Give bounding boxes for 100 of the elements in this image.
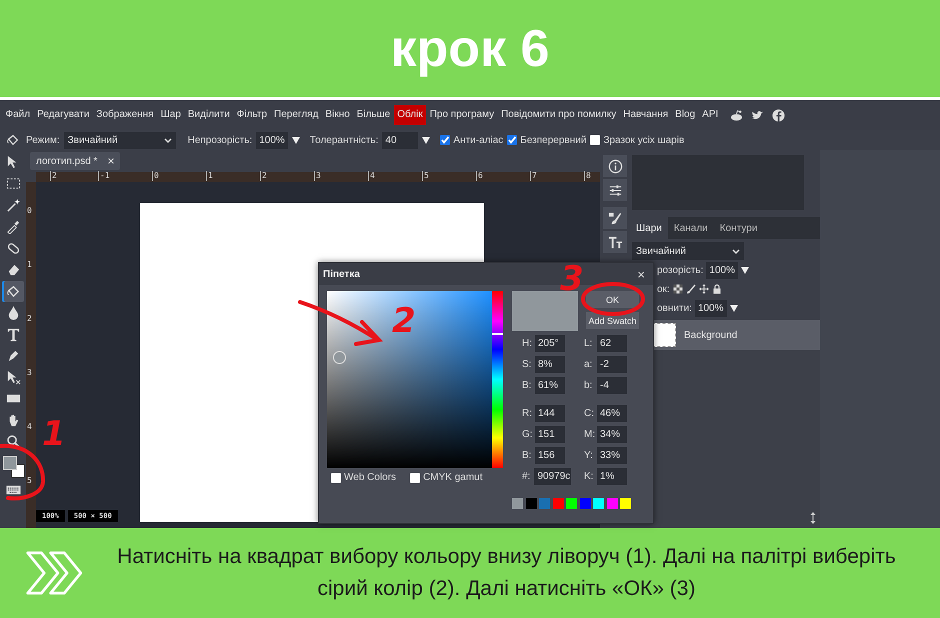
value-field[interactable]: 61% <box>535 377 565 394</box>
tolerance-label: Толерантність: <box>310 134 378 146</box>
marquee-icon <box>6 176 20 192</box>
checkbox[interactable] <box>440 135 450 145</box>
picker-handle[interactable] <box>333 351 346 364</box>
mode-dropdown[interactable]: Звичайний <box>64 132 176 148</box>
hue-slider[interactable] <box>492 291 503 468</box>
round-logo-icon[interactable] <box>772 108 785 122</box>
menu-item[interactable]: Повідомити про помилку <box>498 105 620 125</box>
panel-tab[interactable]: Шари <box>630 217 668 239</box>
checkbox[interactable] <box>507 135 518 145</box>
menu-item[interactable]: Шар <box>157 105 184 125</box>
color-swatches[interactable] <box>2 456 24 478</box>
color-swatch[interactable] <box>593 498 604 509</box>
dropdown-triangle-icon[interactable] <box>422 136 430 144</box>
sliders-icon[interactable] <box>603 179 627 201</box>
fill-label: овнити: <box>657 302 692 314</box>
checkbox[interactable] <box>590 135 600 145</box>
menu-item[interactable]: Вікно <box>322 105 354 125</box>
type-icon <box>6 326 20 342</box>
menu-item[interactable]: Облік <box>394 105 426 125</box>
select-icon <box>6 370 20 385</box>
ok-button[interactable]: OK <box>586 291 639 308</box>
brush-icon[interactable] <box>603 207 627 229</box>
color-swatch[interactable] <box>512 498 523 509</box>
color-swatch[interactable] <box>566 498 577 509</box>
keyboard-icon[interactable] <box>6 485 20 495</box>
brush-icon[interactable] <box>686 284 696 294</box>
color-swatch[interactable] <box>552 498 564 509</box>
character-icon[interactable] <box>603 231 627 253</box>
instruction-text: Натисніть на квадрат вибору кольору внизу ліворуч (1). Далі на палітрі виберіть сірий колір (2). Далі натисніть «ОК» (3) <box>116 544 897 602</box>
bucket-tool-icon <box>6 133 20 147</box>
value-field[interactable]: -4 <box>597 377 627 394</box>
ruler-number: 8 <box>584 171 591 181</box>
close-button[interactable]: × <box>637 266 645 282</box>
value-field[interactable]: 8% <box>535 356 565 373</box>
checkbox-label: CMYK gamut <box>423 472 483 483</box>
menu-item[interactable]: Більше <box>353 105 394 125</box>
menu-item[interactable]: Файл <box>2 105 34 125</box>
field-label: C: <box>584 408 595 419</box>
fill-field[interactable]: 100% <box>694 300 727 316</box>
panel-tab[interactable]: Контури <box>714 217 764 239</box>
color-swatch[interactable] <box>539 498 550 509</box>
layer-opacity-field[interactable]: 100% <box>706 262 738 278</box>
color-swatch[interactable] <box>526 498 536 509</box>
bucket-tool-button[interactable] <box>2 281 24 302</box>
opacity-label: Непрозорість: <box>188 134 252 146</box>
value-field[interactable]: 205° <box>535 335 565 352</box>
checkerboard-icon[interactable] <box>672 284 683 294</box>
value-field[interactable]: 151 <box>535 426 565 443</box>
value-field[interactable]: 144 <box>535 405 565 422</box>
move-arrows-icon[interactable] <box>698 284 709 294</box>
color-field[interactable] <box>327 291 492 468</box>
value-field[interactable]: 46% <box>597 405 627 422</box>
ruler-number: 0 <box>152 171 159 181</box>
value-field[interactable]: 62 <box>597 335 627 352</box>
menu-item[interactable]: Зображення <box>92 105 158 125</box>
ruler-number: 0 <box>27 206 32 215</box>
chevron-icon <box>732 248 740 254</box>
resize-icon[interactable] <box>810 512 816 524</box>
lock-icon[interactable] <box>712 284 722 294</box>
color-swatch[interactable] <box>580 498 590 509</box>
menu-item[interactable]: Про програму <box>426 105 498 125</box>
close-tab-button[interactable]: × <box>107 154 114 168</box>
panel-tab[interactable]: Канали <box>668 217 714 239</box>
value-field[interactable]: -2 <box>597 356 627 373</box>
annotation-curve <box>0 444 45 500</box>
menu-item[interactable]: Фільтр <box>233 105 271 125</box>
ruler-number: 1 <box>27 260 32 269</box>
value-field[interactable]: 1% <box>597 468 627 485</box>
dropdown-triangle-icon[interactable] <box>730 304 738 312</box>
hue-marker[interactable] <box>492 333 503 336</box>
dialog-title: Піпетка <box>323 268 360 280</box>
color-swatch[interactable] <box>606 498 618 509</box>
alien-icon[interactable] <box>730 108 743 122</box>
value-field[interactable]: 33% <box>597 447 627 464</box>
checkbox[interactable] <box>331 472 341 482</box>
tolerance-field[interactable]: 40 <box>382 132 418 148</box>
info-icon[interactable] <box>603 155 627 177</box>
value-field[interactable]: 90979c <box>534 468 571 485</box>
menu-item[interactable]: Виділити <box>184 105 234 125</box>
dropdown-triangle-icon[interactable] <box>292 136 300 144</box>
menu-item[interactable]: API <box>698 105 722 125</box>
ruler-number: 5 <box>27 476 32 485</box>
checkbox[interactable] <box>410 472 420 482</box>
menu-item[interactable]: Редагувати <box>34 105 93 125</box>
blend-mode-dropdown[interactable]: Звичайний <box>632 242 744 260</box>
eyedropper-icon <box>6 219 20 234</box>
value-field[interactable]: 156 <box>535 447 565 464</box>
menu-item[interactable]: Blog <box>672 105 699 125</box>
color-swatch[interactable] <box>620 498 631 509</box>
dropdown-triangle-icon[interactable] <box>740 266 749 274</box>
menu-item[interactable]: Навчання <box>620 105 672 125</box>
document-tab[interactable]: логотип.psd * × <box>30 152 120 170</box>
value-field[interactable]: 34% <box>597 426 627 443</box>
menu-item[interactable]: Перегляд <box>270 105 322 125</box>
opacity-field[interactable]: 100% <box>256 132 288 148</box>
bird-icon[interactable] <box>750 108 764 122</box>
mode-label: Режим: <box>26 134 60 146</box>
bandage-icon <box>6 240 20 256</box>
